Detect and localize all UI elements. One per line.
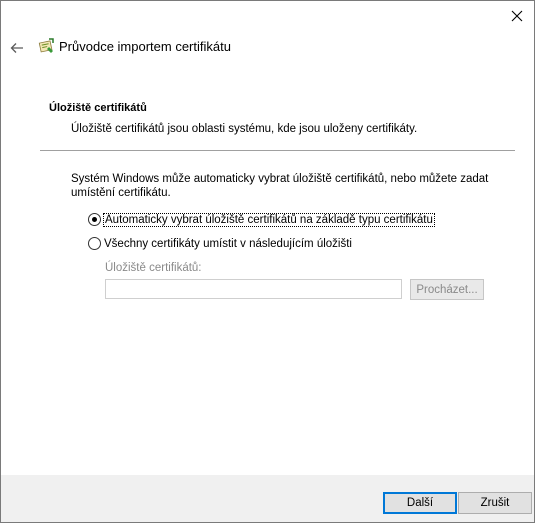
option-manual-store[interactable]: Všechny certifikáty umístit v následujíc… <box>88 237 352 250</box>
back-arrow-icon <box>10 43 23 53</box>
wizard-footer: Další Zrušit <box>1 475 534 522</box>
section-title: Úložiště certifikátů <box>49 102 147 114</box>
cancel-button-label: Zrušit <box>480 497 510 509</box>
divider <box>40 150 515 151</box>
info-text: Systém Windows může automaticky vybrat ú… <box>71 173 489 199</box>
radio-auto-select[interactable] <box>88 213 101 226</box>
store-input[interactable] <box>105 279 402 299</box>
close-button[interactable] <box>500 1 534 31</box>
next-button[interactable]: Další <box>383 492 457 514</box>
next-button-label: Další <box>406 497 434 509</box>
wizard-header: Průvodce importem certifikátu <box>1 33 534 63</box>
store-label: Úložiště certifikátů: <box>105 262 202 274</box>
titlebar <box>1 1 534 33</box>
certificate-wizard-icon <box>38 38 54 53</box>
section-description: Úložiště certifikátů jsou oblasti systém… <box>71 123 418 135</box>
wizard-title: Průvodce importem certifikátu <box>59 39 231 54</box>
close-icon <box>511 10 523 22</box>
back-button[interactable] <box>7 38 27 58</box>
option-manual-store-label[interactable]: Všechny certifikáty umístit v následujíc… <box>104 238 352 250</box>
browse-button[interactable]: Procházet... <box>410 279 484 300</box>
certificate-import-wizard-window: Průvodce importem certifikátu Úložiště c… <box>0 0 535 523</box>
option-auto-select[interactable]: Automaticky vybrat úložiště certifikátů … <box>88 212 435 227</box>
cancel-button[interactable]: Zrušit <box>458 492 532 514</box>
radio-manual-store[interactable] <box>88 237 101 250</box>
option-auto-select-label[interactable]: Automaticky vybrat úložiště certifikátů … <box>103 212 435 227</box>
